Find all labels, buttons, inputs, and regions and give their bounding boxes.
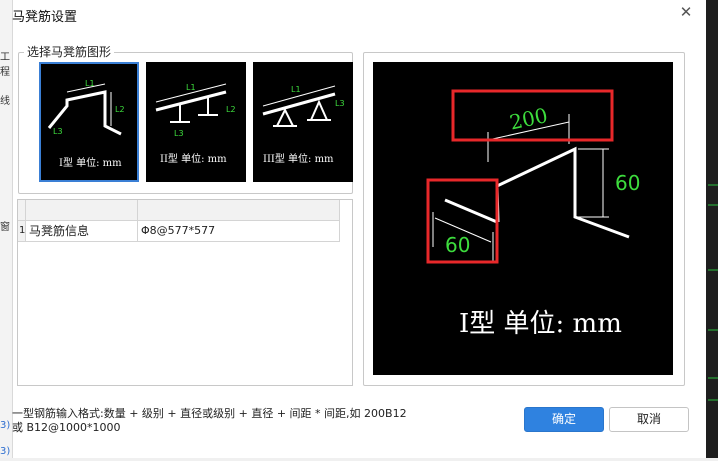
type3-shape-drawing: L1 L3 III型 单位: mm xyxy=(262,85,345,165)
bg-text: 工程 xyxy=(0,52,10,78)
type1-caption: I型 单位: mm xyxy=(59,156,122,169)
label-l1: L1 xyxy=(85,79,95,88)
rebar-info-grid: 1 马凳筋信息 Φ8@577*577 xyxy=(17,199,353,386)
shape-preview: 200 60 60 I型 单位: mm xyxy=(373,62,673,375)
hint-line-1: 一型钢筋输入格式:数量 + 级别 + 直径或级别 + 直径 + 间距 * 间距,… xyxy=(12,407,407,420)
input-format-hint: 一型钢筋输入格式:数量 + 级别 + 直径或级别 + 直径 + 间距 * 间距,… xyxy=(12,407,512,435)
hint-line-2: 或 B12@1000*1000 xyxy=(12,421,121,434)
label-l1: L1 xyxy=(186,83,196,92)
dim-left: 60 xyxy=(445,233,470,257)
type2-shape-drawing: L1 L2 L3 II型 单位: mm xyxy=(155,83,236,165)
bg-text: 线 xyxy=(0,96,10,107)
grid-cell-name[interactable]: 马凳筋信息 xyxy=(26,221,138,242)
type2-caption: II型 单位: mm xyxy=(160,152,227,165)
shape-option-type2[interactable]: L1 L2 L3 II型 单位: mm xyxy=(146,62,246,182)
dialog-title: 马凳筋设置 xyxy=(12,10,78,25)
background-app-right-edge xyxy=(706,0,718,458)
grid-row-index: 1 xyxy=(18,221,26,242)
grid-cell-value[interactable]: Φ8@577*577 xyxy=(138,221,340,242)
dim-top: 200 xyxy=(507,103,549,134)
bg-text: 3) xyxy=(0,446,11,457)
bg-text: 窗 xyxy=(0,222,10,233)
grid-corner xyxy=(18,200,26,221)
shape-option-type1[interactable]: L1 L2 L3 I型 单位: mm xyxy=(39,62,139,182)
shape-option-type3[interactable]: L1 L3 III型 单位: mm xyxy=(253,62,353,182)
label-l1: L1 xyxy=(291,85,301,94)
preview-drawing: 200 60 60 I型 单位: mm xyxy=(426,89,640,339)
dim-right: 60 xyxy=(615,171,640,195)
ok-button[interactable]: 确定 xyxy=(524,407,604,432)
label-l2: L2 xyxy=(115,105,125,114)
label-l2: L2 xyxy=(226,105,236,114)
type1-shape-drawing: L1 L2 L3 I型 单位: mm xyxy=(47,79,125,169)
label-l3: L3 xyxy=(53,127,63,136)
shape-group-legend: 选择马凳筋图形 xyxy=(24,43,115,60)
preview-caption: I型 单位: mm xyxy=(459,309,622,339)
bg-text: 3) xyxy=(0,420,11,431)
close-icon[interactable]: ✕ xyxy=(674,2,698,22)
label-l3: L3 xyxy=(174,129,184,138)
cancel-button[interactable]: 取消 xyxy=(609,407,689,432)
type3-caption: III型 单位: mm xyxy=(263,152,334,165)
grid-header-value xyxy=(138,200,340,221)
grid-header-name xyxy=(26,200,138,221)
bg-app-lines xyxy=(708,184,718,401)
label-l3: L3 xyxy=(335,99,345,108)
